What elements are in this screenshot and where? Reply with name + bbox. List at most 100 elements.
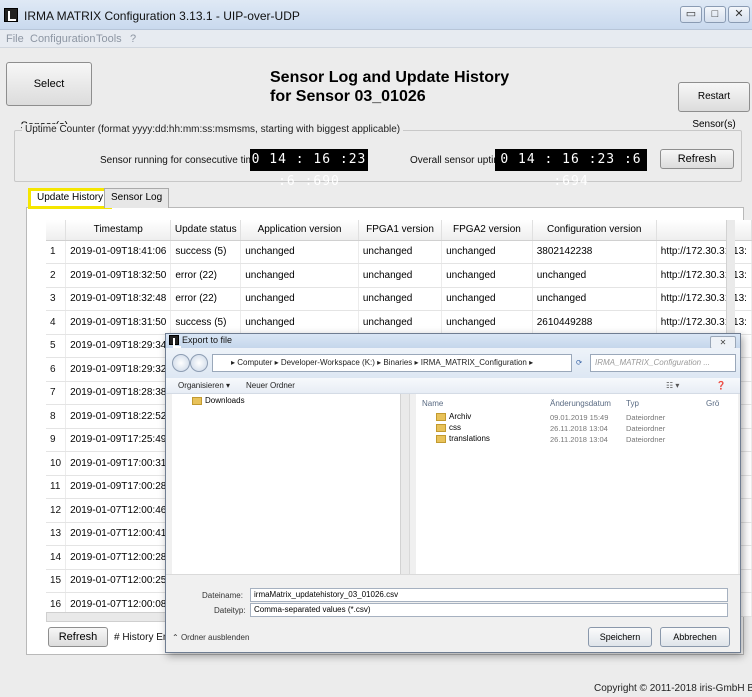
dialog-toolbar: Organisieren ▾ Neuer Ordner ☷ ▾ ❓	[166, 378, 740, 394]
close-button[interactable]: ✕	[728, 6, 750, 23]
organize-menu[interactable]: Organisieren ▾	[178, 381, 230, 390]
column-name[interactable]: Name	[422, 399, 443, 408]
cell-config-version: unchanged	[532, 287, 657, 311]
filetype-select[interactable]: Comma-separated values (*.csv)	[250, 603, 728, 617]
row-number: 5	[46, 334, 67, 358]
navigation-pane: Downloads	[172, 394, 410, 574]
refresh-history-button[interactable]: Refresh	[48, 627, 108, 647]
column-date[interactable]: Änderungsdatum	[550, 399, 611, 408]
row-number: 14	[46, 545, 67, 570]
cell-url: http://172.30.31.13:	[656, 310, 752, 335]
column-header-app-version[interactable]: Application version	[240, 220, 359, 241]
restart-sensor-button[interactable]: Restart Sensor(s)	[678, 82, 750, 130]
minimize-button[interactable]: ▭	[680, 6, 702, 23]
address-bar[interactable]: ▸ Computer ▸ Developer-Workspace (K:) ▸ …	[212, 354, 572, 372]
refresh-location-icon[interactable]: ⟳	[576, 358, 582, 367]
refresh-uptime-button[interactable]: Refresh	[660, 149, 734, 169]
row-number: 13	[46, 522, 67, 546]
app-window: IRMA MATRIX Configuration 3.13.1 - UIP-o…	[0, 0, 752, 697]
column-header-fpga2-version[interactable]: FPGA2 version	[441, 220, 533, 241]
file-name: css	[436, 423, 461, 432]
cell-fpga1-version: unchanged	[358, 240, 443, 264]
column-header-url[interactable]	[656, 220, 752, 241]
cell-fpga1-version: unchanged	[358, 263, 443, 288]
save-button[interactable]: Speichern	[588, 627, 652, 647]
row-number: 6	[46, 357, 67, 382]
file-name: Archiv	[436, 412, 471, 421]
help-icon[interactable]: ❓	[716, 381, 726, 390]
view-options-icon[interactable]: ☷ ▾	[666, 381, 679, 390]
maximize-button[interactable]: □	[704, 6, 726, 23]
cell-timestamp: 2019-01-09T18:32:50	[65, 263, 172, 288]
folder-icon	[192, 396, 202, 405]
new-folder-button[interactable]: Neuer Ordner	[246, 381, 295, 390]
tab-update-history[interactable]: Update History	[28, 188, 113, 209]
tab-sensor-log[interactable]: Sensor Log	[104, 188, 170, 208]
row-number: 3	[46, 287, 67, 311]
title-bar: IRMA MATRIX Configuration 3.13.1 - UIP-o…	[0, 0, 752, 30]
cell-timestamp: 2019-01-07T12:00:41	[65, 522, 172, 546]
select-sensor-button[interactable]: Select Sensor(s)...	[6, 62, 92, 132]
column-header-timestamp[interactable]: Timestamp	[65, 220, 172, 241]
nav-item-downloads[interactable]: Downloads	[192, 396, 245, 405]
column-size[interactable]: Grö	[706, 399, 719, 408]
cell-fpga1-version: unchanged	[358, 310, 443, 335]
column-header-fpga1-version[interactable]: FPGA1 version	[358, 220, 443, 241]
copyright-text: Copyright © 2011-2018 iris-GmbH Berlin	[594, 683, 752, 694]
dialog-title: Export to file	[182, 335, 233, 345]
table-row[interactable]: 3 2019-01-09T18:32:48 error (22) unchanged u…	[46, 287, 752, 311]
menu-help[interactable]: ?	[130, 33, 136, 45]
menu-tools[interactable]: Tools	[96, 33, 122, 45]
file-type: Dateiordner	[626, 435, 666, 444]
filename-label: Dateiname:	[202, 591, 243, 600]
row-number: 9	[46, 428, 67, 452]
file-name: translations	[436, 434, 490, 443]
menu-file[interactable]: File	[6, 33, 24, 45]
file-type: Dateiordner	[626, 424, 666, 433]
forward-icon[interactable]	[190, 354, 208, 372]
search-input[interactable]: IRMA_MATRIX_Configuration ...	[590, 354, 736, 372]
nav-pane-scrollbar[interactable]	[400, 394, 409, 574]
app-logo-icon	[4, 8, 18, 22]
cell-timestamp: 2019-01-09T18:32:48	[65, 287, 172, 311]
row-number: 2	[46, 263, 67, 288]
menu-configuration[interactable]: Configuration	[30, 33, 95, 45]
overall-uptime-display: 0 14 : 16 :23 :6 :694	[495, 149, 647, 189]
cell-fpga2-version: unchanged	[441, 287, 533, 311]
cell-app-version: unchanged	[240, 263, 359, 288]
table-row[interactable]: 1 2019-01-09T18:41:06 success (5) unchanged…	[46, 240, 752, 264]
running-time-label: Sensor running for consecutive time:	[100, 155, 263, 166]
cancel-button[interactable]: Abbrechen	[660, 627, 730, 647]
row-number-header	[46, 220, 67, 241]
cell-update-status: success (5)	[170, 240, 242, 264]
row-number: 7	[46, 381, 67, 405]
back-icon[interactable]	[172, 354, 190, 372]
file-list-pane: Name Änderungsdatum Typ Grö Archiv 09.01.…	[416, 394, 738, 574]
cell-config-version: 2610449288	[532, 310, 657, 335]
cell-update-status: error (22)	[170, 287, 242, 311]
cell-config-version: 3802142238	[532, 240, 657, 264]
row-number: 12	[46, 498, 67, 523]
column-header-update-status[interactable]: Update status	[170, 220, 242, 241]
table-row[interactable]: 2 2019-01-09T18:32:50 error (22) unchanged u…	[46, 263, 752, 288]
cell-fpga1-version: unchanged	[358, 287, 443, 311]
column-type[interactable]: Typ	[626, 399, 639, 408]
table-horizontal-scrollbar[interactable]	[46, 612, 166, 622]
cell-timestamp: 2019-01-09T17:00:28	[65, 475, 172, 499]
cell-timestamp: 2019-01-09T17:25:49	[65, 428, 172, 452]
page-title: Sensor Log and Update History for Sensor…	[270, 68, 570, 106]
filetype-label: Dateityp:	[214, 606, 246, 615]
filename-input[interactable]: irmaMatrix_updatehistory_03_01026.csv	[250, 588, 728, 602]
cell-config-version: unchanged	[532, 263, 657, 288]
column-header-config-version[interactable]: Configuration version	[532, 220, 657, 241]
cell-update-status: error (22)	[170, 263, 242, 288]
hide-folders-toggle[interactable]: ⌃ Ordner ausblenden	[172, 633, 249, 642]
folder-icon	[436, 423, 446, 432]
cell-fpga2-version: unchanged	[441, 310, 533, 335]
table-row[interactable]: 4 2019-01-09T18:31:50 success (5) unchanged…	[46, 310, 752, 335]
row-number: 8	[46, 404, 67, 429]
row-number: 1	[46, 240, 67, 264]
running-time-display: 0 14 : 16 :23 :6 :690	[250, 149, 368, 189]
folder-icon	[436, 412, 446, 421]
dialog-nav-bar: ▸ Computer ▸ Developer-Workspace (K:) ▸ …	[166, 348, 740, 378]
